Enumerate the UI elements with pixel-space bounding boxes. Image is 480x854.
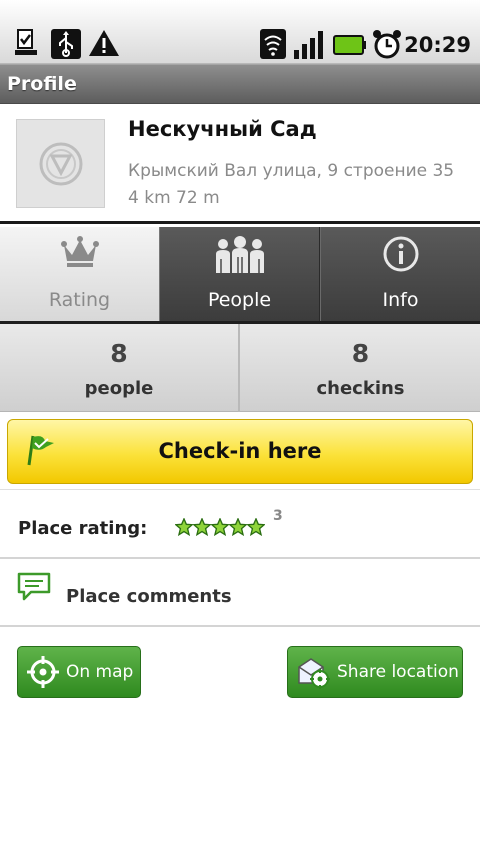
on-map-button[interactable]: On map: [17, 646, 141, 698]
place-placeholder-icon: [39, 142, 83, 186]
checkin-button[interactable]: Check-in here: [7, 419, 473, 484]
tab-rating[interactable]: Rating: [0, 227, 160, 321]
checkins-stat[interactable]: 8 checkins: [241, 324, 480, 412]
people-stat[interactable]: 8 people: [0, 324, 240, 412]
status-bar: 20:29: [0, 0, 480, 64]
star-icon: [175, 518, 193, 536]
tab-info-label: Info: [382, 289, 419, 311]
tab-rating-label: Rating: [48, 289, 111, 311]
download-done-icon: [12, 28, 42, 62]
share-location-icon: [296, 655, 330, 693]
place-distance: 4 km 72 m: [128, 188, 220, 208]
place-rating-row[interactable]: Place rating: 3: [0, 490, 480, 557]
checkins-count: 8: [351, 339, 370, 368]
crown-icon: [60, 235, 99, 273]
star-icon: [193, 518, 211, 536]
wifi-icon: [259, 28, 287, 64]
checkins-stat-label: checkins: [316, 378, 405, 399]
share-location-label: Share location: [337, 662, 459, 682]
divider: [0, 625, 480, 627]
people-count: 8: [110, 339, 128, 368]
comment-icon: [17, 572, 51, 606]
tab-people-label: People: [207, 289, 272, 311]
place-comments-label: Place comments: [66, 586, 232, 607]
place-name: Нескучный Сад: [128, 117, 317, 141]
rating-count: 3: [273, 508, 283, 524]
on-map-label: On map: [66, 662, 134, 682]
alarm-icon: [371, 28, 403, 64]
place-rating-label: Place rating:: [18, 518, 148, 539]
signal-icon: [293, 28, 327, 64]
people-stat-label: people: [84, 378, 154, 399]
checkin-label: Check-in here: [158, 439, 322, 463]
share-location-button[interactable]: Share location: [287, 646, 463, 698]
tab-bar: Rating People Info: [0, 227, 480, 321]
tab-people[interactable]: People: [160, 227, 320, 321]
star-icon: [247, 518, 265, 536]
crosshair-icon: [26, 655, 60, 693]
stats-panel: 8 people 8 checkins: [0, 324, 480, 412]
warning-icon: [88, 28, 120, 62]
battery-icon: [333, 34, 367, 60]
info-icon: [382, 235, 420, 277]
tab-info[interactable]: Info: [320, 227, 480, 321]
place-address: Крымский Вал улица, 9 строение 35: [128, 161, 455, 181]
people-icon: [213, 235, 267, 279]
title-bar: Profile: [0, 64, 480, 104]
page-title: Profile: [7, 73, 77, 95]
place-header: Нескучный Сад Крымский Вал улица, 9 стро…: [0, 104, 480, 224]
star-icon: [229, 518, 247, 536]
usb-icon: [50, 28, 82, 64]
rating-stars: [175, 518, 265, 536]
star-icon: [211, 518, 229, 536]
place-thumbnail: [16, 119, 105, 208]
clock: 20:29: [404, 33, 471, 57]
place-comments-row[interactable]: Place comments: [0, 559, 480, 625]
